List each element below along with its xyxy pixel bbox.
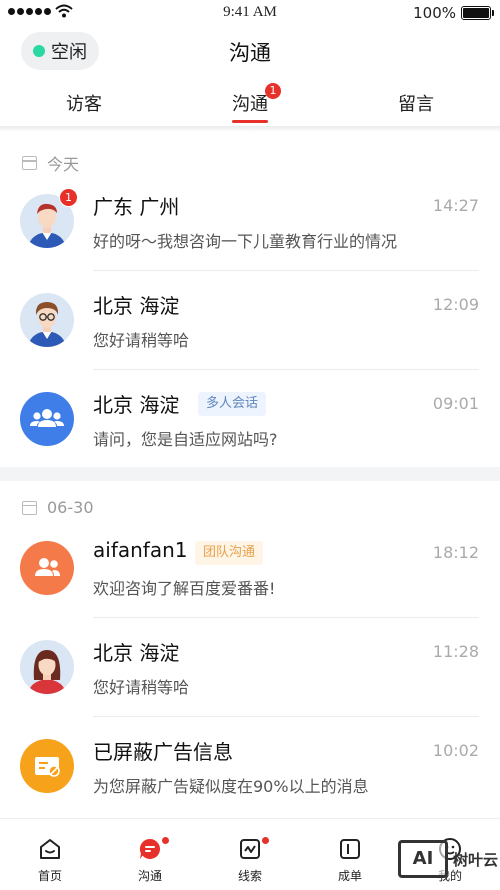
conversation-time: 14:27 [432,196,479,215]
team-chat-tag: 团队沟通 [195,541,264,565]
conversation-preview: 欢迎咨询了解百度爱番番! [93,579,276,598]
man-glasses-avatar [20,293,74,347]
date-header: 06-30 [22,498,94,517]
conversation-row[interactable]: 已屏蔽广告信息 10:02 为您屏蔽广告疑似度在90%以上的消息 [0,717,500,816]
conversation-preview: 您好请稍等哈 [93,678,190,697]
conversation-time: 12:09 [432,295,479,314]
chat-icon [139,838,161,859]
nav-item-deals[interactable]: 成单 [310,819,390,890]
date-label: 06-30 [47,498,94,517]
conversation-name: 广东 广州 [93,195,180,219]
leads-icon [240,839,260,859]
watermark-logo: AI [398,840,448,878]
blocked-ad-icon [20,739,74,793]
page-title: 沟通 [229,41,271,65]
tab-messages[interactable]: 留言 [398,90,434,116]
notification-dot [262,837,269,844]
conversation-time: 18:12 [432,543,479,562]
watermark: AI 树叶云 [398,840,498,878]
conversation-preview: 您好请稍等哈 [93,331,190,350]
group-icon [20,392,74,446]
nav-label: 线索 [237,869,262,883]
conversation-preview: 为您屏蔽广告疑似度在90%以上的消息 [93,777,369,796]
unread-badge: 1 [59,188,78,207]
calendar-icon [22,156,37,170]
nav-item-chat[interactable]: 沟通 [110,819,190,890]
section-separator [0,467,500,481]
nav-item-home[interactable]: 首页 [10,819,90,890]
conversation-time: 11:28 [432,642,479,661]
conversation-preview: 好的呀～我想咨询一下儿童教育行业的情况 [93,232,398,251]
conversation-time: 09:01 [432,394,479,413]
calendar-icon [22,500,37,515]
conversation-row[interactable]: 北京 海淀 多人会话 09:01 请问，您是自适应网站吗? [0,370,500,469]
tab-chat[interactable]: 沟通 [232,90,268,116]
tab-visitors[interactable]: 访客 [66,90,102,116]
conversation-preview: 请问，您是自适应网站吗? [93,430,278,449]
tab-active-indicator [232,120,268,123]
woman-avatar [20,640,74,694]
tab-chat-badge: 1 [265,83,281,99]
notification-dot [162,837,169,844]
nav-label: 沟通 [137,869,162,883]
conversation-name: 北京 海淀 [93,641,180,665]
nav-label: 首页 [37,869,62,883]
conversation-row[interactable]: 北京 海淀 11:28 您好请稍等哈 [0,618,500,717]
conversation-row[interactable]: 北京 海淀 12:09 您好请稍等哈 [0,271,500,370]
battery-percent: 100% [413,4,456,22]
header-shadow [0,126,500,132]
nav-label: 成单 [337,869,362,883]
status-bar: 9:41 AM 100% [0,0,500,26]
tab-bar: 访客 沟通 1 留言 [0,82,500,126]
conversation-time: 10:02 [432,741,479,760]
nav-item-leads[interactable]: 线索 [210,819,290,890]
team-icon [20,541,74,595]
conversation-name: 已屏蔽广告信息 [93,740,233,764]
battery-icon [461,6,494,20]
home-icon [40,839,60,859]
conversation-name: 北京 海淀 [93,393,180,417]
conversation-row[interactable]: 1 广东 广州 14:27 好的呀～我想咨询一下儿童教育行业的情况 [0,172,500,271]
conversation-row[interactable]: aifanfan1 团队沟通 18:12 欢迎咨询了解百度爱番番! [0,519,500,618]
watermark-text: 树叶云 [453,850,499,869]
deal-icon [340,839,360,859]
conversation-name: 北京 海淀 [93,294,180,318]
group-chat-tag: 多人会话 [198,392,267,416]
conversation-name: aifanfan1 [93,538,188,562]
